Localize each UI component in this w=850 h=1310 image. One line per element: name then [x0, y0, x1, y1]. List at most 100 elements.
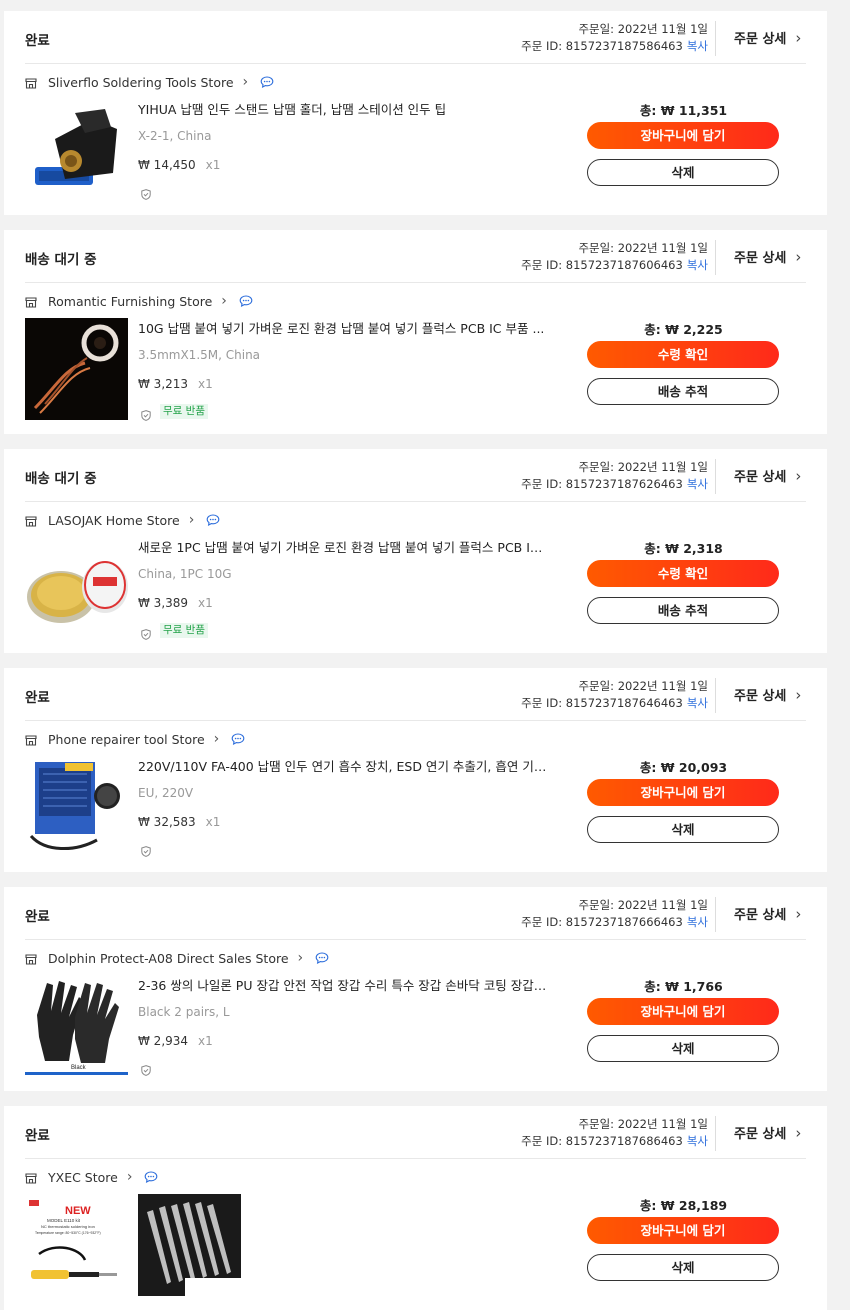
order-total: 총: ₩ 1,766 — [644, 979, 723, 994]
chevron-right-icon: › — [188, 512, 195, 528]
chat-icon[interactable] — [260, 76, 274, 88]
order-date: 주문일: 2022년 11월 1일 — [578, 460, 708, 474]
secondary-action-button[interactable]: 삭제 — [587, 1035, 779, 1062]
copy-order-id-link[interactable]: 복사 — [687, 696, 708, 710]
order-detail-link[interactable]: 주문 상세 › — [734, 904, 801, 924]
order-id: 주문 ID: 8157237187586463 복사 — [521, 39, 708, 53]
copy-order-id-link[interactable]: 복사 — [687, 477, 708, 491]
secondary-action-button[interactable]: 삭제 — [587, 816, 779, 843]
product-variant: Black 2 pairs, L — [138, 1005, 230, 1019]
product-name-link[interactable]: 220V/110V FA-400 납땜 인두 연기 흡수 장치, ESD 연기 … — [138, 756, 548, 775]
order-detail-link[interactable]: 주문 상세 › — [734, 466, 801, 486]
shield-icon — [141, 625, 151, 640]
badges — [141, 185, 151, 200]
product-name-link[interactable]: 2-36 쌍의 나일론 PU 장갑 안전 작업 장갑 수리 특수 장갑 손바닥 … — [138, 975, 548, 994]
badges: 무료 반품 — [141, 623, 208, 640]
copy-order-id-link[interactable]: 복사 — [687, 39, 708, 53]
order-detail-label: 주문 상세 — [734, 908, 787, 923]
order-status: 완료 — [25, 690, 50, 706]
order-detail-label: 주문 상세 — [734, 251, 787, 266]
chat-icon[interactable] — [239, 295, 253, 307]
store-link[interactable]: LASOJAK Home Store — [48, 513, 180, 528]
store-icon — [25, 515, 37, 527]
store-link[interactable]: YXEC Store — [48, 1170, 118, 1185]
product-price: ₩ 2,934 x1 — [138, 1034, 213, 1048]
product-variant: EU, 220V — [138, 786, 194, 800]
unit-price: ₩ 3,213 — [138, 377, 189, 391]
store-icon — [25, 734, 37, 746]
secondary-action-button[interactable]: 배송 추적 — [587, 378, 779, 405]
order-status: 배송 대기 중 — [25, 252, 97, 268]
secondary-action-button[interactable]: 삭제 — [587, 159, 779, 186]
store-row: LASOJAK Home Store › — [25, 511, 220, 529]
chat-icon[interactable] — [144, 1171, 158, 1183]
product-name-link[interactable]: YIHUA 납땜 인두 스탠드 납땜 홀더, 납땜 스테이션 인두 팁 — [138, 99, 548, 118]
order-date: 주문일: 2022년 11월 1일 — [578, 22, 708, 36]
store-row: Dolphin Protect-A08 Direct Sales Store › — [25, 949, 329, 967]
work-gloves-image[interactable]: Black — [25, 975, 128, 1077]
soldering-iron-kit-image[interactable]: NEW MODEL E110 kit NC thermostatic solderi… — [25, 1194, 245, 1296]
thumb-model-label: MODEL E110 kit — [47, 1218, 81, 1223]
order-status: 완료 — [25, 1128, 50, 1144]
store-link[interactable]: Sliverflo Soldering Tools Store — [48, 75, 234, 90]
store-row: Phone repairer tool Store › — [25, 730, 245, 748]
primary-action-button[interactable]: 장바구니에 담기 — [587, 779, 779, 806]
secondary-action-button[interactable]: 삭제 — [587, 1254, 779, 1281]
product-name-link[interactable]: 10G 납땜 붙여 넣기 가벼운 로진 환경 납땜 붙여 넣기 플럭스 PCB … — [138, 318, 548, 337]
order-detail-label: 주문 상세 — [734, 470, 787, 485]
desoldering-wick-image[interactable] — [25, 318, 128, 420]
store-link[interactable]: Romantic Furnishing Store — [48, 294, 212, 309]
order-total: 총: ₩ 28,189 — [639, 1198, 728, 1213]
order-detail-link[interactable]: 주문 상세 › — [734, 1123, 801, 1143]
quantity: x1 — [198, 377, 213, 391]
store-icon — [25, 77, 37, 89]
store-row: Sliverflo Soldering Tools Store › — [25, 73, 274, 91]
divider — [25, 1158, 806, 1159]
unit-price: ₩ 32,583 — [138, 815, 196, 829]
chat-icon[interactable] — [315, 952, 329, 964]
thumb-range-label: Temperature range: 80~530°C (176~932°F) — [35, 1231, 101, 1235]
rosin-tin-image[interactable] — [25, 537, 128, 639]
chevron-right-icon: › — [221, 293, 227, 309]
copy-order-id-link[interactable]: 복사 — [687, 258, 708, 272]
order-detail-link[interactable]: 주문 상세 › — [734, 685, 801, 705]
soldering-stand-image[interactable] — [25, 99, 128, 201]
primary-action-button[interactable]: 장바구니에 담기 — [587, 122, 779, 149]
store-link[interactable]: Phone repairer tool Store — [48, 732, 205, 747]
free-return-badge: 무료 반품 — [160, 623, 208, 638]
order-id: 주문 ID: 8157237187626463 복사 — [521, 477, 708, 491]
primary-action-button[interactable]: 수령 확인 — [587, 560, 779, 587]
order-total: 총: ₩ 2,318 — [644, 541, 723, 556]
order-detail-link[interactable]: 주문 상세 › — [734, 247, 801, 267]
copy-order-id-link[interactable]: 복사 — [687, 1134, 708, 1148]
order-detail-link[interactable]: 주문 상세 › — [734, 28, 801, 48]
shield-icon — [141, 1061, 151, 1076]
divider — [715, 897, 716, 932]
order-date: 주문일: 2022년 11월 1일 — [578, 679, 708, 693]
order-meta: 주문일: 2022년 11월 1일 주문 ID: 815723718766646… — [521, 897, 708, 931]
primary-action-button[interactable]: 장바구니에 담기 — [587, 998, 779, 1025]
chat-icon[interactable] — [206, 514, 220, 526]
shield-icon — [141, 842, 151, 857]
quantity: x1 — [198, 1034, 213, 1048]
order-card-3: 배송 대기 중 주문일: 2022년 11월 1일 주문 ID: 8157237… — [4, 449, 827, 653]
product-variant: 3.5mmX1.5M, China — [138, 348, 261, 362]
product-price: ₩ 32,583 x1 — [138, 815, 220, 829]
chevron-right-icon: › — [213, 731, 220, 747]
order-card-2: 배송 대기 중 주문일: 2022년 11월 1일 주문 ID: 8157237… — [4, 230, 827, 434]
store-link[interactable]: Dolphin Protect-A08 Direct Sales Store — [48, 951, 289, 966]
primary-action-button[interactable]: 장바구니에 담기 — [587, 1217, 779, 1244]
order-id: 주문 ID: 8157237187606463 복사 — [521, 258, 708, 272]
secondary-action-button[interactable]: 배송 추적 — [587, 597, 779, 624]
copy-order-id-link[interactable]: 복사 — [687, 915, 708, 929]
order-detail-label: 주문 상세 — [734, 689, 787, 704]
order-card-4: 완료 주문일: 2022년 11월 1일 주문 ID: 815723718764… — [4, 668, 827, 872]
product-name-link[interactable]: 새로운 1PC 납땜 붙여 넣기 가벼운 로진 환경 납땜 붙여 넣기 플럭스 … — [138, 537, 548, 556]
fume-extractor-image[interactable] — [25, 756, 128, 858]
chevron-right-icon: › — [297, 950, 304, 966]
order-total: 총: ₩ 2,225 — [644, 322, 723, 337]
order-detail-label: 주문 상세 — [734, 32, 787, 47]
primary-action-button[interactable]: 수령 확인 — [587, 341, 779, 368]
chat-icon[interactable] — [231, 733, 245, 745]
order-card-5: 완료 주문일: 2022년 11월 1일 주문 ID: 815723718766… — [4, 887, 827, 1091]
